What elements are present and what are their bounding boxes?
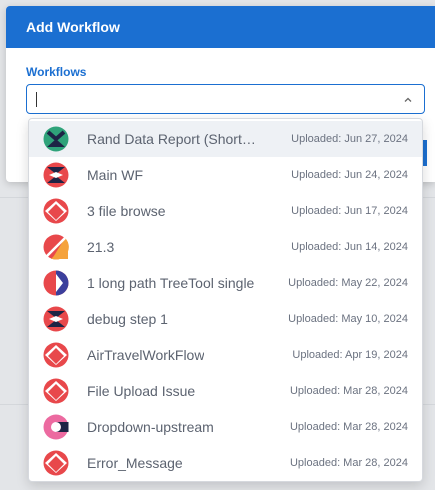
workflow-option[interactable]: Rand Data Report (Short… Uploaded: Jun 2… (29, 121, 422, 157)
workflow-option[interactable]: Error_Message Uploaded: Mar 28, 2024 (29, 445, 422, 481)
workflow-avatar-icon (43, 234, 69, 260)
workflow-option[interactable]: AirTravelWorkFlow Uploaded: Apr 19, 2024 (29, 337, 422, 373)
workflow-avatar-icon (43, 306, 69, 332)
workflow-name: Dropdown-upstream (87, 419, 214, 435)
workflow-name: AirTravelWorkFlow (87, 347, 205, 363)
workflow-option[interactable]: 21.3 Uploaded: Jun 14, 2024 (29, 229, 422, 265)
workflow-option[interactable]: Main WF Uploaded: Jun 24, 2024 (29, 157, 422, 193)
workflow-option[interactable]: File Upload Issue Uploaded: Mar 28, 2024 (29, 373, 422, 409)
workflow-upload-date: Uploaded: Mar 28, 2024 (289, 457, 408, 469)
workflow-upload-date: Uploaded: Apr 19, 2024 (292, 349, 408, 361)
workflow-avatar-icon (43, 450, 69, 476)
workflow-upload-date: Uploaded: May 10, 2024 (288, 313, 408, 325)
workflow-name: debug step 1 (87, 311, 168, 327)
workflow-name: 3 file browse (87, 203, 166, 219)
workflows-select-input[interactable] (26, 84, 425, 114)
workflow-avatar-icon (43, 198, 69, 224)
workflow-upload-date: Uploaded: Jun 14, 2024 (291, 241, 408, 253)
workflow-upload-date: Uploaded: Mar 28, 2024 (289, 421, 408, 433)
chevron-up-icon[interactable] (402, 94, 414, 106)
workflow-avatar-icon (43, 342, 69, 368)
workflow-avatar-icon (43, 378, 69, 404)
workflow-upload-date: Uploaded: Mar 28, 2024 (289, 385, 408, 397)
workflow-name: Main WF (87, 167, 143, 183)
workflow-name: File Upload Issue (87, 383, 196, 399)
dialog-title: Add Workflow (6, 6, 435, 48)
workflow-avatar-icon (43, 414, 69, 440)
workflow-option[interactable]: 3 file browse Uploaded: Jun 17, 2024 (29, 193, 422, 229)
workflow-avatar-icon (43, 126, 69, 152)
workflow-upload-date: Uploaded: Jun 24, 2024 (291, 169, 408, 181)
workflows-dropdown-list: Rand Data Report (Short… Uploaded: Jun 2… (28, 118, 423, 482)
workflows-field-label: Workflows (26, 65, 87, 79)
workflow-name: 1 long path TreeTool single (87, 275, 255, 291)
workflow-avatar-icon (43, 270, 69, 296)
workflow-option[interactable]: Dropdown-upstream Uploaded: Mar 28, 2024 (29, 409, 422, 445)
workflow-upload-date: Uploaded: Jun 17, 2024 (291, 205, 408, 217)
workflow-option[interactable]: debug step 1 Uploaded: May 10, 2024 (29, 301, 422, 337)
workflow-avatar-icon (43, 162, 69, 188)
workflow-name: 21.3 (87, 239, 115, 255)
workflow-upload-date: Uploaded: May 22, 2024 (288, 277, 408, 289)
workflow-upload-date: Uploaded: Jun 27, 2024 (291, 133, 408, 145)
text-cursor (36, 92, 37, 107)
workflow-name: Error_Message (87, 455, 183, 471)
workflow-name: Rand Data Report (Short… (87, 131, 256, 147)
workflow-option[interactable]: 1 long path TreeTool single Uploaded: Ma… (29, 265, 422, 301)
